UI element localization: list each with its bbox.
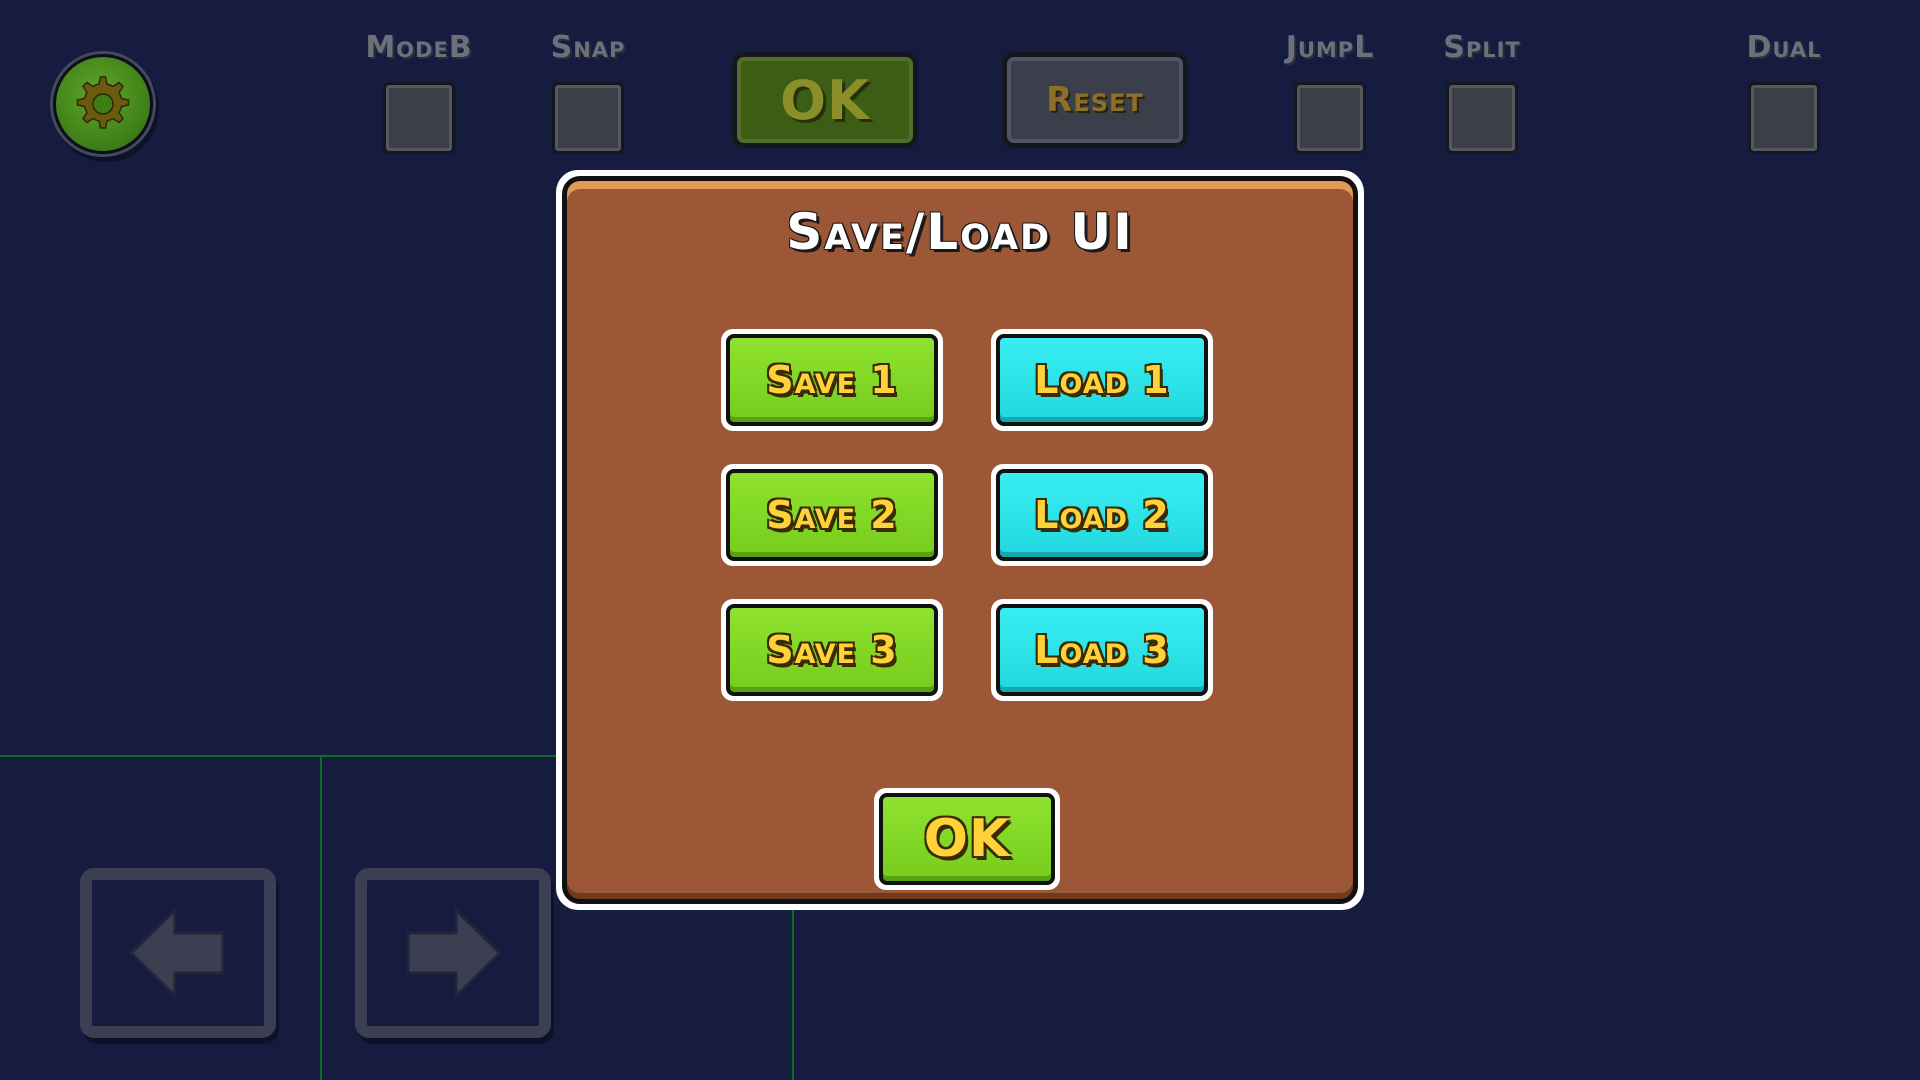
load-1-face: Load 1 — [996, 334, 1208, 426]
save-2-button[interactable]: Save 2 — [721, 464, 943, 566]
load-2-face: Load 2 — [996, 469, 1208, 561]
save-1-face: Save 1 — [726, 334, 938, 426]
arrow-right-icon — [406, 906, 503, 1000]
toggle-label-snap: Snap — [550, 30, 626, 65]
gear-icon — [76, 76, 130, 129]
save-3-face: Save 3 — [726, 604, 938, 696]
dual-checkbox[interactable] — [1748, 82, 1820, 154]
modeb-checkbox[interactable] — [383, 82, 455, 154]
load-3-button[interactable]: Load 3 — [991, 599, 1213, 701]
next-page-button[interactable] — [355, 868, 551, 1038]
settings-button[interactable] — [53, 54, 153, 154]
reset-button[interactable]: Reset — [1002, 52, 1188, 148]
dialog-ok-face: OK — [879, 793, 1055, 885]
grid-line-horizontal — [0, 755, 560, 757]
save-2-label: Save 2 — [766, 493, 898, 537]
save-1-button[interactable]: Save 1 — [721, 329, 943, 431]
save-3-button[interactable]: Save 3 — [721, 599, 943, 701]
editor-screen: ModeB Snap OK Reset JumpL Split Dual Sav… — [0, 0, 1920, 1080]
toggle-label-jumpl: JumpL — [1285, 30, 1375, 65]
dialog-panel: Save/Load UI Save 1 Load 1 Save 2 Load 2 — [562, 176, 1358, 904]
arrow-left-icon — [128, 906, 225, 1000]
load-3-face: Load 3 — [996, 604, 1208, 696]
load-3-label: Load 3 — [1034, 628, 1170, 672]
dialog-ok-label: OK — [923, 809, 1011, 869]
top-ok-button[interactable]: OK — [732, 52, 918, 148]
load-1-label: Load 1 — [1034, 358, 1170, 402]
previous-page-button[interactable] — [80, 868, 276, 1038]
reset-label: Reset — [1046, 80, 1144, 120]
save-load-dialog: Save/Load UI Save 1 Load 1 Save 2 Load 2 — [556, 170, 1364, 910]
dialog-ok-button[interactable]: OK — [874, 788, 1060, 890]
save-1-label: Save 1 — [766, 358, 898, 402]
top-ok-label: OK — [780, 68, 870, 132]
snap-checkbox[interactable] — [552, 82, 624, 154]
split-checkbox[interactable] — [1446, 82, 1518, 154]
dialog-title: Save/Load UI — [786, 203, 1134, 261]
jumpl-checkbox[interactable] — [1294, 82, 1366, 154]
grid-line-vertical — [320, 757, 322, 1080]
toggle-label-modeb: ModeB — [365, 30, 473, 65]
load-2-button[interactable]: Load 2 — [991, 464, 1213, 566]
load-1-button[interactable]: Load 1 — [991, 329, 1213, 431]
save-2-face: Save 2 — [726, 469, 938, 561]
load-2-label: Load 2 — [1034, 493, 1170, 537]
grid-line-vertical — [792, 905, 794, 1080]
save-3-label: Save 3 — [766, 628, 898, 672]
toggle-label-dual: Dual — [1746, 30, 1822, 65]
toggle-label-split: Split — [1443, 30, 1521, 65]
